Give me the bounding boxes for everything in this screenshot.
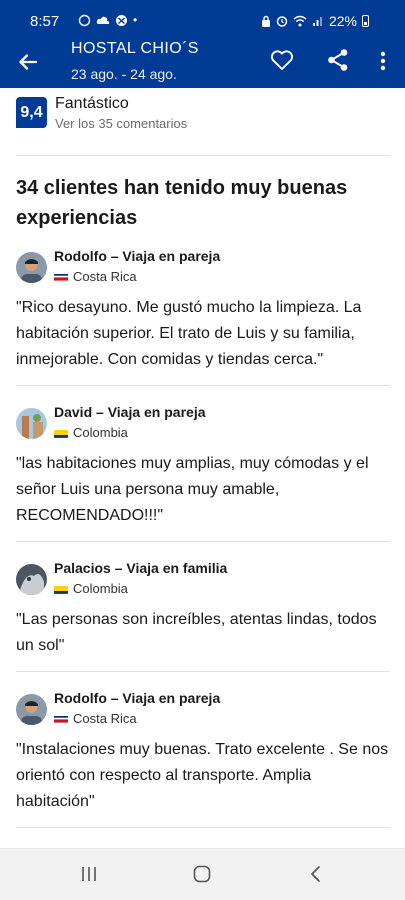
reviews-content[interactable]: 9,4 Fantástico Ver los 35 comentarios 34… [0, 88, 405, 848]
review-text: "Las personas son increíbles, atentas li… [16, 611, 377, 654]
system-nav-bar [0, 848, 405, 900]
costa-rica-flag-icon [54, 272, 68, 282]
signal-icon [312, 17, 322, 26]
heart-outline-icon[interactable] [268, 46, 296, 74]
divider [16, 155, 390, 156]
home-icon[interactable] [193, 865, 211, 883]
rating-summary[interactable]: 9,4 Fantástico Ver los 35 comentarios [16, 95, 390, 135]
avatar [16, 564, 47, 595]
avatar [16, 252, 47, 283]
review-text: "Rico desayuno. Me gustó mucho la limpie… [16, 299, 362, 368]
colombia-flag-icon [54, 584, 68, 594]
cloud-icon [96, 16, 110, 24]
review-text: "Instalaciones muy buenas. Trato excelen… [16, 741, 389, 810]
comments-link[interactable]: Ver los 35 comentarios [55, 116, 187, 131]
whatsapp-icon [78, 14, 91, 26]
battery-icon [362, 15, 369, 27]
app-bar: HOSTAL CHIO´S 23 ago. - 24 ago. [0, 40, 405, 88]
status-time: 8:57 [30, 13, 60, 30]
wifi-icon [293, 15, 307, 27]
country-name: Colombia [73, 425, 128, 440]
lock-icon [261, 15, 270, 27]
battery-percent: 22% [328, 13, 357, 29]
recent-apps-icon[interactable] [80, 865, 98, 883]
alarm-icon [276, 16, 288, 27]
more-vertical-icon[interactable] [372, 48, 394, 74]
divider [16, 541, 390, 542]
costa-rica-flag-icon [54, 714, 68, 724]
divider [16, 671, 390, 672]
notification-icons: • [78, 13, 137, 27]
share-icon[interactable] [324, 46, 352, 74]
divider [16, 385, 390, 386]
status-bar: 8:57 • 22% [0, 0, 405, 40]
chevron-left-icon[interactable] [307, 865, 325, 883]
avatar [16, 408, 47, 439]
country-name: Costa Rica [73, 269, 137, 284]
reviewer-name: Rodolfo – Viaja en pareja [54, 248, 221, 264]
stay-dates[interactable]: 23 ago. - 24 ago. [71, 66, 177, 82]
reviewer-country: Colombia [54, 581, 128, 596]
more-notifications-icon: • [133, 13, 138, 27]
score-badge: 9,4 [16, 97, 47, 128]
review-text: "las habitaciones muy amplias, muy cómod… [16, 455, 369, 524]
colombia-flag-icon [54, 428, 68, 438]
reviewer-name: Rodolfo – Viaja en pareja [54, 690, 221, 706]
arrow-left-icon[interactable] [14, 48, 42, 76]
rating-label: Fantástico [55, 95, 129, 112]
avatar [16, 694, 47, 725]
hotel-title: HOSTAL CHIO´S [71, 40, 199, 57]
country-name: Colombia [73, 581, 128, 596]
xbox-icon [116, 14, 127, 26]
divider [16, 827, 390, 828]
reviewer-name: David – Viaja en pareja [54, 404, 206, 420]
country-name: Costa Rica [73, 711, 137, 726]
section-heading: 34 clientes han tenido muy buenas experi… [16, 177, 348, 229]
reviewer-country: Colombia [54, 425, 128, 440]
reviewer-name: Palacios – Viaja en familia [54, 560, 228, 576]
reviewer-country: Costa Rica [54, 711, 137, 726]
app-header: 8:57 • 22% HOSTAL CHIO´S 23 ago. - 24 ag… [0, 0, 405, 88]
system-icons: 22% [261, 13, 369, 29]
reviewer-country: Costa Rica [54, 269, 137, 284]
